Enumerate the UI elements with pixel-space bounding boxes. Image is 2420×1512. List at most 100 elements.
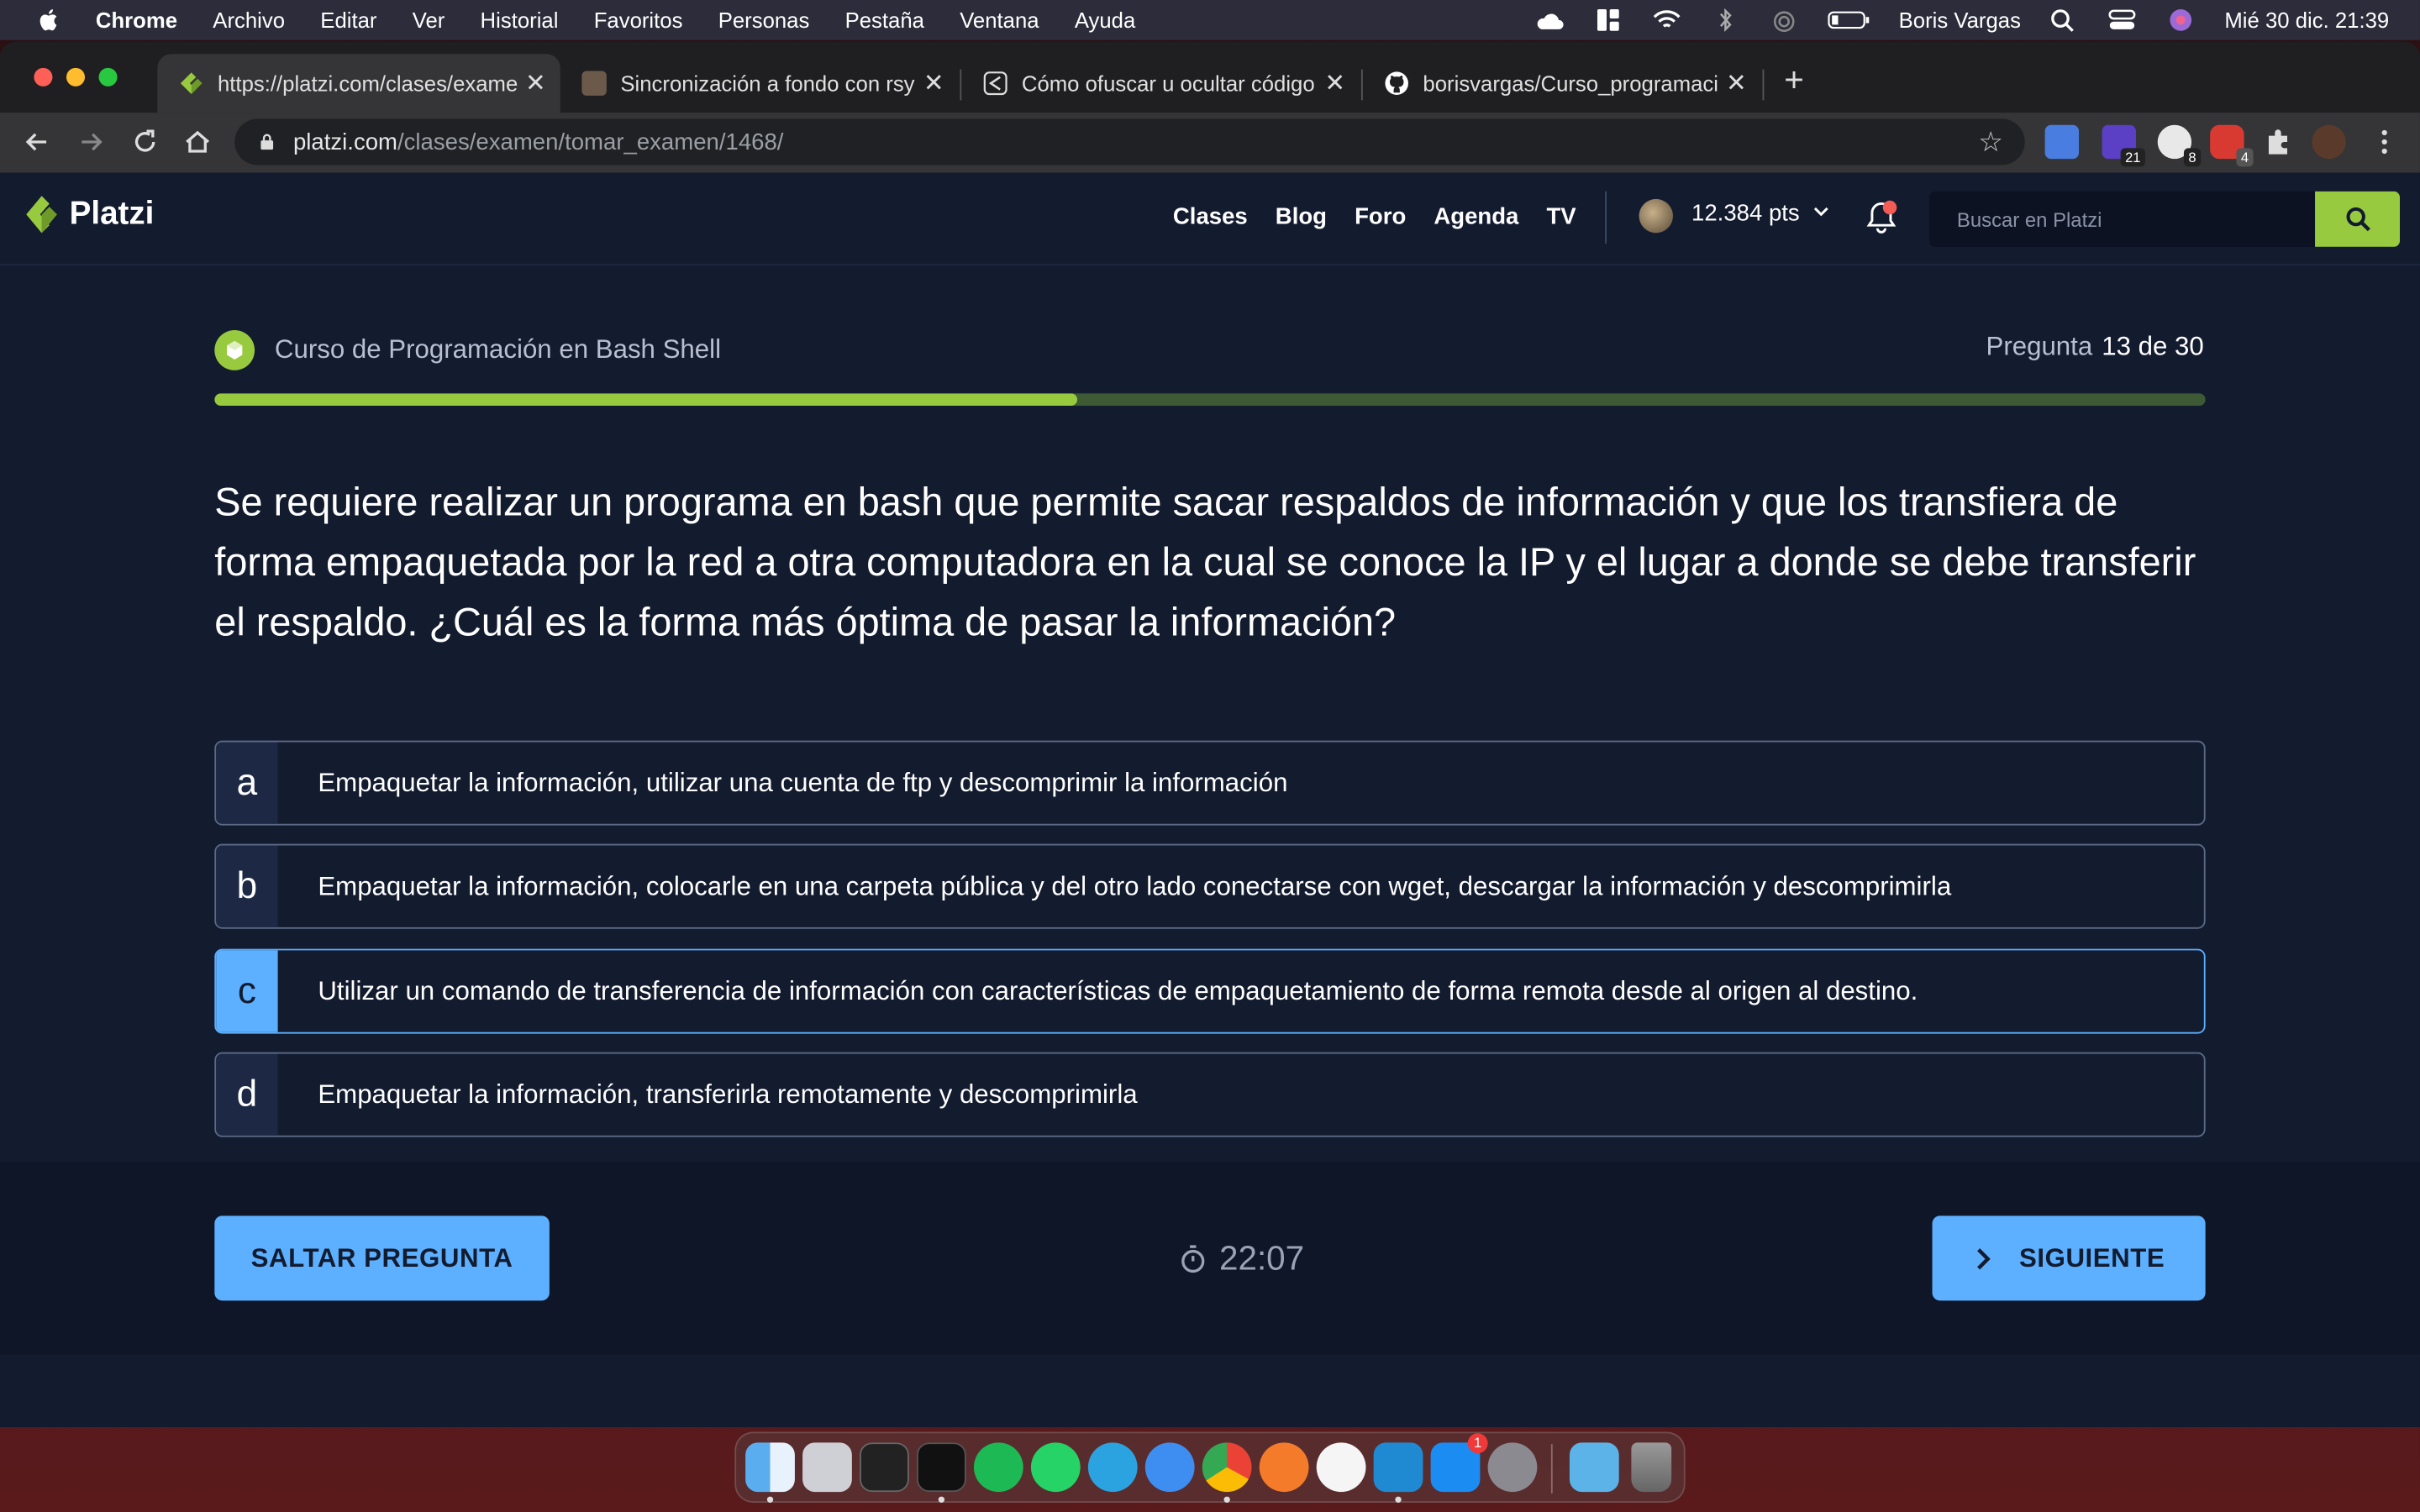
nav-link-blog[interactable]: Blog xyxy=(1276,203,1327,229)
exam-timer: 22:07 xyxy=(1179,1239,1304,1279)
progress-fill xyxy=(214,393,1077,407)
shield-extension-icon[interactable]: 4 xyxy=(2210,124,2254,167)
platzi-navbar: Platzi Clases Blog Foro Agenda TV 12.384… xyxy=(0,172,2420,265)
terminal-icon[interactable] xyxy=(860,1442,909,1493)
menu-pestana[interactable]: Pestaña xyxy=(845,8,924,32)
puzzle-extensions-icon[interactable] xyxy=(2261,125,2295,159)
nav-link-foro[interactable]: Foro xyxy=(1355,203,1406,229)
skip-question-button[interactable]: SALTAR PREGUNTA xyxy=(214,1215,550,1301)
control-center-icon[interactable] xyxy=(2107,8,2139,32)
tab-platzi-exam[interactable]: https://platzi.com/clases/exame ✕ xyxy=(157,54,560,113)
bookmark-star-icon[interactable]: ☆ xyxy=(1978,127,2003,160)
chrome-icon[interactable] xyxy=(1202,1442,1252,1493)
chevron-down-icon xyxy=(1814,207,1829,217)
vscode-icon[interactable] xyxy=(1373,1442,1423,1493)
safari-icon[interactable] xyxy=(1144,1442,1195,1493)
search-button[interactable] xyxy=(2315,191,2401,247)
profile-avatar[interactable] xyxy=(2312,124,2346,160)
user-avatar[interactable] xyxy=(1639,198,1673,234)
cloud-icon[interactable] xyxy=(1534,8,1565,32)
nav-link-agenda[interactable]: Agenda xyxy=(1434,203,1518,229)
wifi-icon[interactable] xyxy=(1652,8,1683,32)
system-preferences-icon[interactable] xyxy=(1487,1442,1538,1493)
iterm-icon[interactable] xyxy=(916,1442,966,1493)
lock-icon[interactable] xyxy=(258,133,276,151)
menu-ver[interactable]: Ver xyxy=(413,8,445,32)
menu-favoritos[interactable]: Favoritos xyxy=(594,8,683,32)
platzi-favicon-icon xyxy=(180,72,203,95)
answer-option-b[interactable]: b Empaquetar la información, colocarle e… xyxy=(214,843,2206,929)
forward-icon[interactable] xyxy=(76,127,107,158)
nav-link-clases[interactable]: Clases xyxy=(1173,203,1248,229)
platzi-logo[interactable]: Platzi xyxy=(24,194,154,234)
close-tab-icon[interactable]: ✕ xyxy=(1319,68,1350,99)
nav-link-tv[interactable]: TV xyxy=(1546,203,1576,229)
tab-rsync[interactable]: Sincronización a fondo con rsy ✕ xyxy=(560,54,959,113)
tab-github[interactable]: borisvargas/Curso_programaci ✕ xyxy=(1363,54,1761,113)
page-content: Platzi Clases Blog Foro Agenda TV 12.384… xyxy=(0,172,2420,1427)
finder-icon[interactable] xyxy=(745,1442,795,1493)
more-menu-icon[interactable] xyxy=(2369,127,2400,158)
whatsapp-icon[interactable] xyxy=(1030,1442,1081,1493)
close-tab-icon[interactable]: ✕ xyxy=(520,68,551,99)
running-indicator xyxy=(1395,1496,1402,1503)
zoom-window-button[interactable] xyxy=(98,67,118,87)
reload-icon[interactable] xyxy=(129,127,160,158)
running-indicator xyxy=(1223,1496,1230,1503)
menu-editar[interactable]: Editar xyxy=(320,8,376,32)
option-letter: b xyxy=(216,845,278,927)
answer-option-c[interactable]: c Utilizar un comando de transferencia d… xyxy=(214,948,2206,1034)
menu-historial[interactable]: Historial xyxy=(481,8,559,32)
search-box xyxy=(1928,191,2401,247)
back-icon[interactable] xyxy=(22,127,53,158)
tab-ofuscar[interactable]: Cómo ofuscar u ocultar código ✕ xyxy=(961,54,1360,113)
next-button[interactable]: SIGUIENTE xyxy=(1932,1215,2206,1301)
close-window-button[interactable] xyxy=(34,67,53,87)
home-icon[interactable] xyxy=(182,127,213,158)
search-input[interactable] xyxy=(1928,191,2316,247)
spotify-icon[interactable] xyxy=(973,1442,1023,1493)
battery-icon[interactable] xyxy=(1828,8,1870,32)
menu-archivo[interactable]: Archivo xyxy=(213,8,285,32)
vectornator-icon[interactable] xyxy=(1316,1442,1366,1493)
close-tab-icon[interactable]: ✕ xyxy=(1721,68,1752,99)
menu-ventana[interactable]: Ventana xyxy=(960,8,1039,32)
menubar-status-area: Boris Vargas Mié 30 dic. 21:39 xyxy=(1534,0,2389,40)
option-letter: a xyxy=(216,742,278,824)
answer-option-d[interactable]: d Empaquetar la información, transferirl… xyxy=(214,1052,2206,1137)
siri-icon[interactable] xyxy=(2166,8,2197,32)
address-bar[interactable]: platzi.com/clases/examen/tomar_examen/14… xyxy=(234,118,2025,165)
bluetooth-off-icon[interactable] xyxy=(1711,8,1742,33)
translate-extension-icon[interactable] xyxy=(2044,124,2080,160)
postman-icon[interactable] xyxy=(1259,1442,1309,1493)
layout-icon[interactable] xyxy=(1593,8,1624,32)
downloads-folder-icon[interactable] xyxy=(1569,1442,1619,1493)
close-tab-icon[interactable]: ✕ xyxy=(918,68,950,99)
launchpad-icon[interactable] xyxy=(802,1442,852,1493)
telegram-icon[interactable] xyxy=(1087,1442,1138,1493)
avatar-favicon-icon xyxy=(581,71,607,96)
menubar-clock[interactable]: Mié 30 dic. 21:39 xyxy=(2224,8,2389,32)
apple-icon[interactable] xyxy=(35,6,63,34)
menu-ayuda[interactable]: Ayuda xyxy=(1075,8,1135,32)
menu-chrome[interactable]: Chrome xyxy=(96,8,177,32)
next-label: SIGUIENTE xyxy=(2019,1242,2165,1273)
stopwatch-icon xyxy=(1181,1245,1205,1273)
extension-icon[interactable]: 8 xyxy=(2157,124,2202,167)
question-counter: Pregunta 13 de 30 xyxy=(1986,332,2203,363)
airdrop-icon[interactable] xyxy=(1769,8,1800,33)
extension-icon[interactable]: 21 xyxy=(2102,124,2146,167)
app-store-icon[interactable]: 1 xyxy=(1430,1433,1488,1493)
extension-badge: 8 xyxy=(2183,148,2202,167)
points-dropdown[interactable]: 12.384 pts xyxy=(1691,201,1831,227)
menubar-user-name[interactable]: Boris Vargas xyxy=(1899,8,2021,32)
trash-icon[interactable] xyxy=(1631,1442,1672,1493)
menu-personas[interactable]: Personas xyxy=(718,8,810,32)
points-value: 12.384 pts xyxy=(1691,200,1800,227)
new-tab-icon[interactable]: + xyxy=(1784,62,1804,97)
spotlight-search-icon[interactable] xyxy=(2049,8,2080,32)
answer-option-a[interactable]: a Empaquetar la información, utilizar un… xyxy=(214,740,2206,826)
minimize-window-button[interactable] xyxy=(66,67,86,87)
tab-strip: https://platzi.com/clases/exame ✕ Sincro… xyxy=(0,41,2420,113)
option-letter: d xyxy=(216,1053,278,1136)
